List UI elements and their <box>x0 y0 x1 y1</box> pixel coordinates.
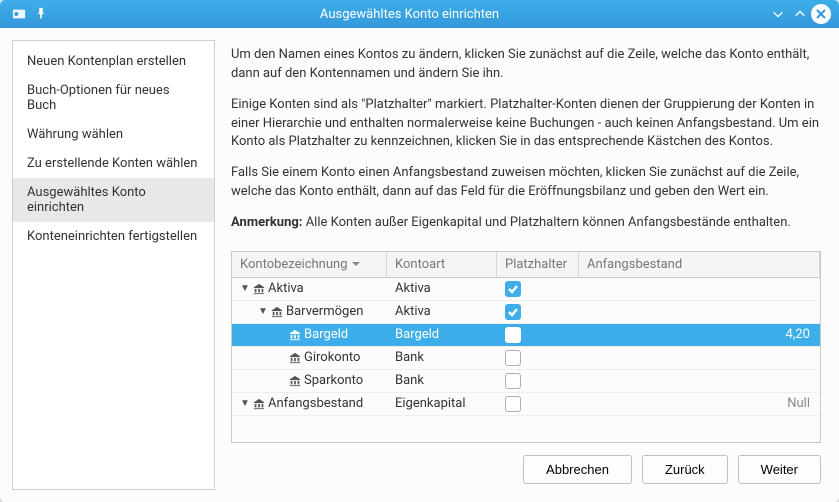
account-name-text: Girokonto <box>304 350 360 365</box>
cell-placeholder <box>497 373 579 389</box>
cell-account-type: Aktiva <box>387 304 497 319</box>
cell-account-type: Eigenkapital <box>387 396 497 411</box>
wizard-steps-sidebar: Neuen Kontenplan erstellen Buch-Optionen… <box>12 40 215 490</box>
table-row[interactable]: ▼ Aktiva Aktiva <box>232 278 820 301</box>
placeholder-checkbox[interactable] <box>505 350 521 366</box>
table-row[interactable]: Girokonto Bank <box>232 347 820 370</box>
pin-icon[interactable] <box>33 6 49 22</box>
sidebar-item-currency[interactable]: Währung wählen <box>13 120 214 149</box>
placeholder-checkbox[interactable] <box>505 373 521 389</box>
cell-account-type: Bank <box>387 373 497 388</box>
col-header-type[interactable]: Kontoart <box>387 252 497 277</box>
cell-account-name: Girokonto <box>232 350 387 365</box>
app-icon <box>11 6 27 22</box>
table-row[interactable]: ▼ Barvermögen Aktiva <box>232 301 820 324</box>
minimize-icon[interactable] <box>770 6 786 22</box>
button-row: Abbrechen Zurück Weiter <box>231 443 821 484</box>
cell-opening-balance[interactable]: 4,20 <box>579 327 820 342</box>
cell-account-name: Sparkonto <box>232 373 387 388</box>
account-name-text: Anfangsbestand <box>268 396 363 411</box>
account-name-text: Barvermögen <box>286 304 363 319</box>
cell-account-name: Bargeld <box>232 327 387 342</box>
instruction-p3: Falls Sie einem Konto einen Anfangsbesta… <box>231 164 821 202</box>
cell-placeholder <box>497 281 579 297</box>
placeholder-checkbox[interactable] <box>505 396 521 412</box>
expander-icon[interactable]: ▼ <box>240 398 250 409</box>
expander-icon[interactable]: ▼ <box>258 306 268 317</box>
account-name-text: Aktiva <box>268 281 304 296</box>
instruction-p2: Einige Konten sind als "Platzhalter" mar… <box>231 96 821 153</box>
next-button[interactable]: Weiter <box>738 455 821 484</box>
account-icon <box>289 375 301 387</box>
placeholder-checkbox[interactable] <box>505 281 521 297</box>
account-name-text: Bargeld <box>304 327 348 342</box>
account-name-text: Sparkonto <box>304 373 363 388</box>
col-header-name[interactable]: Kontobezeichnung <box>232 252 387 277</box>
titlebar: Ausgewähltes Konto einrichten <box>0 0 839 28</box>
placeholder-checkbox[interactable] <box>505 327 521 343</box>
table-body: ▼AktivaAktiva▼BarvermögenAktivaBargeldBa… <box>232 278 820 416</box>
note-text: Alle Konten außer Eigenkapital und Platz… <box>302 215 790 230</box>
account-icon <box>253 283 265 295</box>
instruction-p1: Um den Namen eines Kontos zu ändern, kli… <box>231 46 821 84</box>
instruction-note: Anmerkung: Alle Konten außer Eigenkapita… <box>231 214 821 233</box>
table-row[interactable]: Bargeld Bargeld 4,20 <box>232 324 820 347</box>
back-button[interactable]: Zurück <box>642 455 728 484</box>
cell-placeholder <box>497 350 579 366</box>
cell-account-type: Aktiva <box>387 281 497 296</box>
dialog-window: Ausgewähltes Konto einrichten Neuen Kont… <box>0 0 839 502</box>
account-icon <box>253 398 265 410</box>
main-panel: Um den Namen eines Kontos zu ändern, kli… <box>215 40 827 490</box>
col-header-balance[interactable]: Anfangsbestand <box>579 252 820 277</box>
cell-account-name: ▼ Anfangsbestand <box>232 396 387 411</box>
sort-desc-icon <box>352 257 360 272</box>
cell-placeholder <box>497 396 579 412</box>
sidebar-item-setup-account[interactable]: Ausgewähltes Konto einrichten <box>13 178 214 222</box>
account-icon <box>289 352 301 364</box>
sidebar-item-new-plan[interactable]: Neuen Kontenplan erstellen <box>13 47 214 76</box>
maximize-icon[interactable] <box>792 6 808 22</box>
instructions: Um den Namen eines Kontos zu ändern, kli… <box>231 46 821 245</box>
expander-icon[interactable]: ▼ <box>240 283 250 294</box>
col-header-placeholder[interactable]: Platzhalter <box>497 252 579 277</box>
accounts-table: Kontobezeichnung Kontoart Platzhalter An… <box>231 251 821 443</box>
cancel-button[interactable]: Abbrechen <box>523 455 632 484</box>
table-row[interactable]: ▼ Anfangsbestand Eigenkapital Null <box>232 393 820 416</box>
sidebar-item-select-accounts[interactable]: Zu erstellende Konten wählen <box>13 149 214 178</box>
cell-placeholder <box>497 304 579 320</box>
account-icon <box>271 306 283 318</box>
window-title: Ausgewähltes Konto einrichten <box>52 7 767 22</box>
sidebar-item-book-options[interactable]: Buch-Optionen für neues Buch <box>13 76 214 120</box>
close-icon[interactable] <box>811 4 831 24</box>
table-header: Kontobezeichnung Kontoart Platzhalter An… <box>232 252 820 278</box>
account-icon <box>289 329 301 341</box>
note-label: Anmerkung: <box>231 215 302 230</box>
cell-account-name: ▼ Aktiva <box>232 281 387 296</box>
cell-account-type: Bargeld <box>387 327 497 342</box>
table-row[interactable]: Sparkonto Bank <box>232 370 820 393</box>
sidebar-item-finish[interactable]: Konteneinrichten fertigstellen <box>13 222 214 251</box>
placeholder-checkbox[interactable] <box>505 304 521 320</box>
dialog-body: Neuen Kontenplan erstellen Buch-Optionen… <box>0 28 839 502</box>
cell-account-name: ▼ Barvermögen <box>232 304 387 319</box>
cell-placeholder <box>497 327 579 343</box>
cell-opening-balance[interactable]: Null <box>579 396 820 411</box>
cell-account-type: Bank <box>387 350 497 365</box>
